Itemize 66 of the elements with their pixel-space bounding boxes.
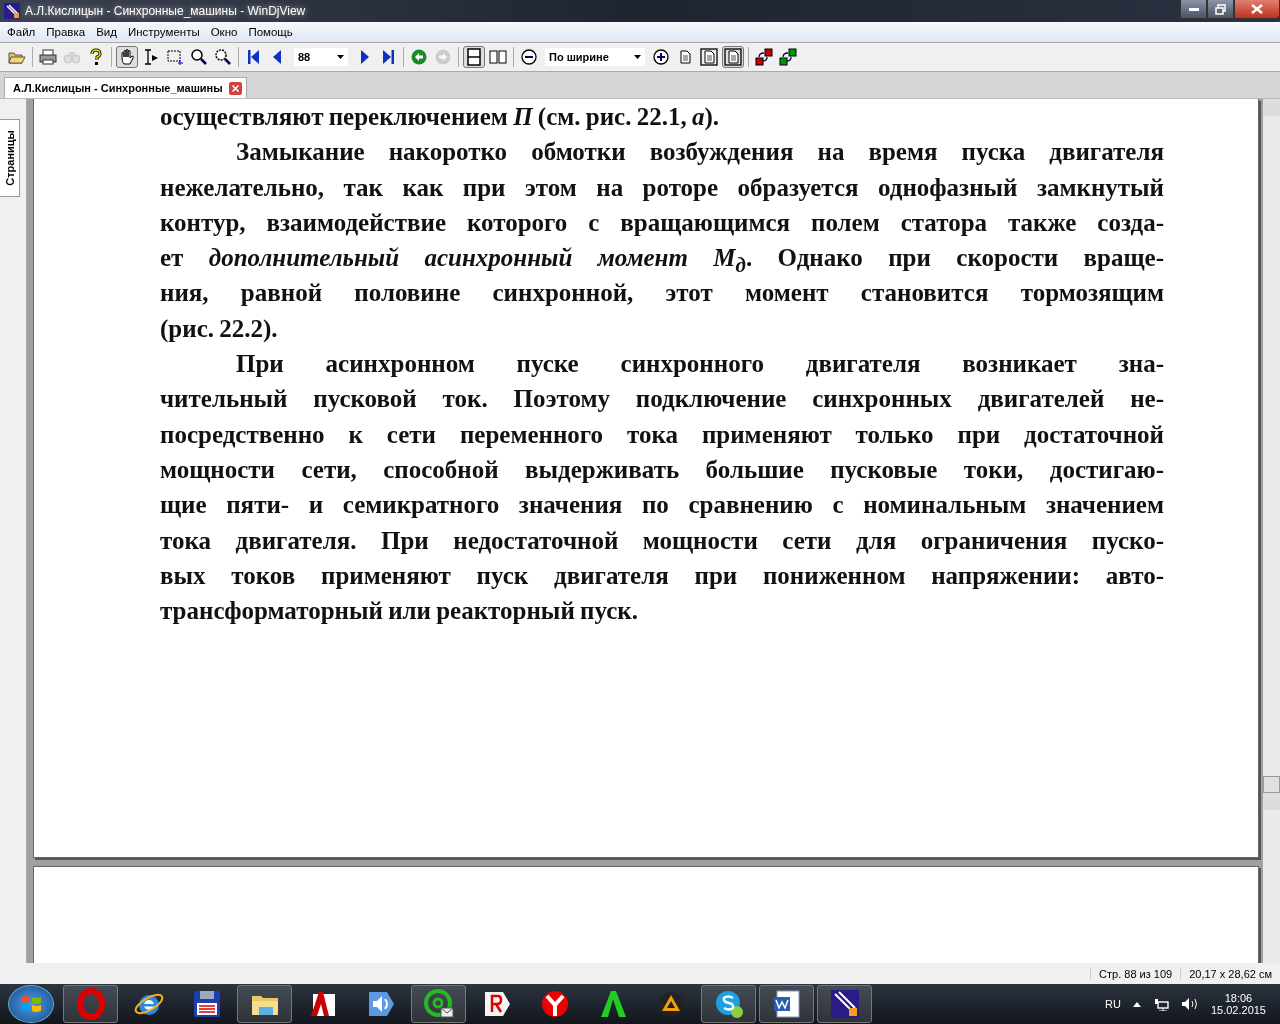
restore-icon <box>1215 3 1226 15</box>
toolbar-button[interactable] <box>722 46 744 68</box>
printer-icon <box>39 48 57 66</box>
menu-item[interactable]: Файл <box>2 26 42 38</box>
language-indicator[interactable]: RU <box>1105 998 1121 1010</box>
hand-icon <box>118 48 136 66</box>
menu-item[interactable]: Правка <box>41 26 92 38</box>
text-cursor-icon <box>142 48 160 66</box>
paragraph: осуществляют переключением П (см. рис. 22.1, а). <box>160 102 721 133</box>
dropdown-arrow-icon <box>337 55 344 59</box>
page-size: 20,17 x 28,62 см <box>1180 967 1280 980</box>
paperclip-icon <box>828 988 861 1020</box>
dropdown-field[interactable]: По ширине <box>545 48 645 66</box>
clock-date[interactable]: 15.02.2015 <box>1210 1004 1266 1016</box>
dropdown-arrow-icon <box>634 55 641 59</box>
volume-icon[interactable] <box>1180 997 1199 1011</box>
opera-icon <box>74 988 107 1020</box>
close-icon <box>1251 4 1263 14</box>
plus-circle-icon <box>652 48 670 66</box>
toolbar-button[interactable] <box>777 46 799 68</box>
toolbar-button[interactable] <box>116 46 138 68</box>
app-logo-icon <box>4 3 20 19</box>
rotate-right-icon <box>779 48 797 66</box>
toolbar-button[interactable] <box>463 46 485 68</box>
show-hidden-icons-icon[interactable] <box>1132 1001 1141 1007</box>
taskbar-button[interactable] <box>759 985 814 1023</box>
page-counter: Стр. 88 из 109 <box>1090 967 1181 980</box>
menu-item[interactable]: Помощь <box>243 26 299 38</box>
document-tab[interactable]: А.Л.Кислицын - Синхронные_машины <box>4 77 247 98</box>
back-circle-icon <box>410 48 428 66</box>
close-tab-icon[interactable] <box>228 81 242 95</box>
clock-time[interactable]: 18:06 <box>1224 992 1253 1004</box>
minimize-icon <box>1188 7 1199 11</box>
restore-button[interactable] <box>1207 0 1234 19</box>
at-sign-icon <box>422 988 455 1020</box>
taskbar-button[interactable] <box>411 985 466 1023</box>
taskbar-button[interactable] <box>817 985 872 1023</box>
window-title: А.Л.Кислицын - Синхронные_машины - WinDjView <box>25 4 306 18</box>
magnifier-icon <box>190 48 208 66</box>
toolbar-button[interactable] <box>753 46 775 68</box>
rotate-left-icon <box>755 48 773 66</box>
single-page-icon <box>465 48 483 66</box>
start-button[interactable] <box>8 985 54 1023</box>
toolbar-button[interactable] <box>698 46 720 68</box>
rectangle-select-icon <box>166 48 184 66</box>
paragraph: Замыкание накоротко обмотки возбуждения на время пуска двигателя нежелательно, так как при этом на роторе образуется однофазный замкнутый контур, взаимодействие которого с вращающимся полем статора также созда- ет дополнительный асинхронный момент M$_{д}$. Однако при скорости враще- ния, равной половине синхронной, этот момент становится тормозящим (рис. 22.2). <box>160 137 1164 345</box>
close-button[interactable] <box>1234 0 1280 19</box>
menu-item[interactable]: Инструменты <box>122 26 206 38</box>
menu-item[interactable]: Окно <box>205 26 244 38</box>
menu-item[interactable]: Вид <box>91 26 123 38</box>
two-pages-icon <box>489 48 507 66</box>
minus-circle-icon <box>520 48 538 66</box>
minimize-button[interactable] <box>1180 0 1207 19</box>
taskbar-button[interactable] <box>701 985 756 1023</box>
framed-page-icon <box>724 48 742 66</box>
toolbar-button[interactable] <box>650 46 672 68</box>
zoom-rectangle-icon <box>214 48 232 66</box>
forward-circle-icon <box>434 48 452 66</box>
dropdown-field[interactable]: 88 <box>294 48 348 66</box>
framed-page-icon <box>700 48 718 66</box>
scrollbar[interactable] <box>1263 99 1280 963</box>
taskbar-button[interactable] <box>237 985 292 1023</box>
paragraph: При асинхронном пуске синхронного двигателя возникает зна- чительный пусковой ток. Поэтому подключение синхронных двигателей не- посредственно к сети переменного тока применяют только при достаточной мощности сети, способной выдерживать большие пусковые токи, достигаю- щие пяти- и семикратного значения по сравнению с номинальным значением тока двигателя. При недостаточной мощности сети для ограничения пуско- вых токов применяют пуск двигателя при пониженном напряжении: авто- трансформаторный или реакторный пуск. <box>160 349 1164 627</box>
pages-tab[interactable]: Страницы <box>0 119 20 197</box>
toolbar-button[interactable] <box>518 46 540 68</box>
network-icon[interactable] <box>1152 997 1169 1011</box>
